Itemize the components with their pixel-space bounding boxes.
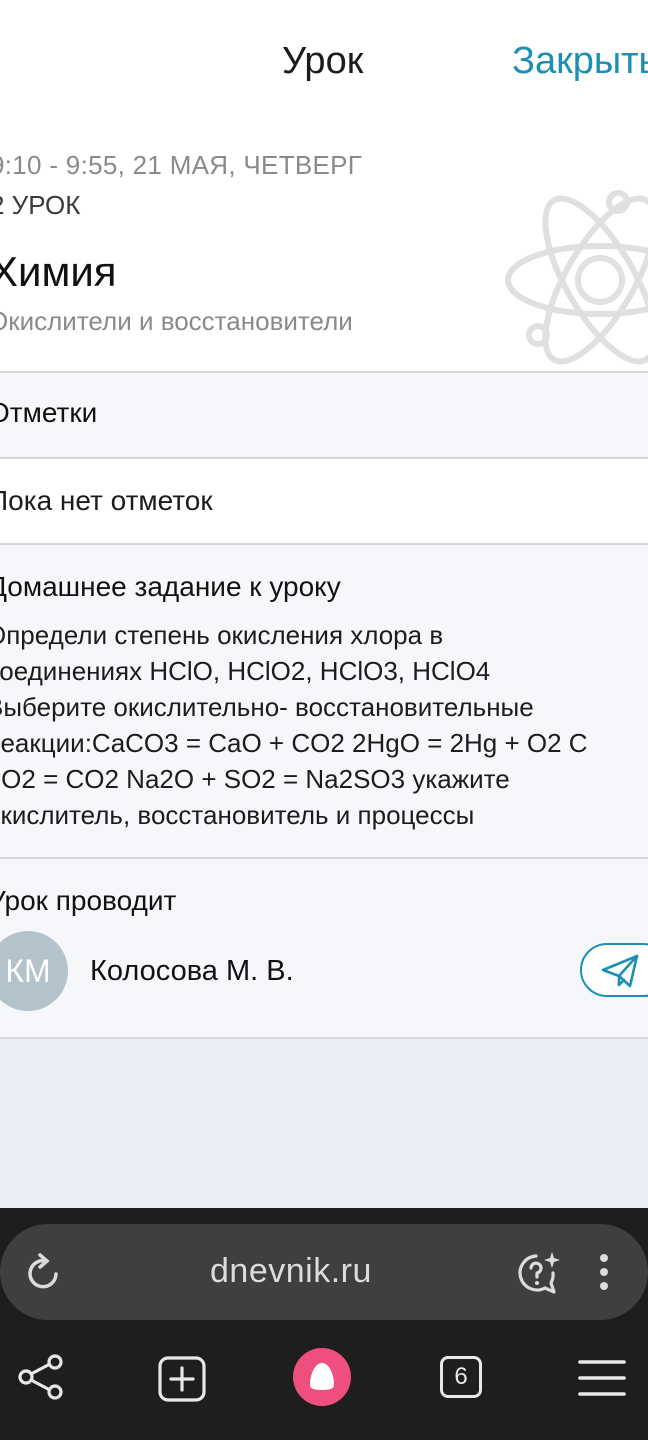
close-button[interactable]: Закрыть [512, 40, 648, 83]
address-bar[interactable]: dnevnik.ru [0, 1224, 648, 1320]
atom-icon [505, 190, 648, 365]
teacher-section: Урок проводит КМ Колосова М. В. [0, 857, 648, 1039]
teacher-heading: Урок проводит [0, 885, 177, 916]
new-tab-icon[interactable] [158, 1356, 206, 1402]
homework-line: Выберите окислительно- восстановительные [0, 692, 534, 722]
avatar: КМ [0, 931, 68, 1011]
marks-section: Пока нет отметок [0, 457, 648, 545]
browser-nav-row: 6 [0, 1336, 648, 1416]
send-message-button[interactable] [580, 943, 648, 997]
marks-header-section: Отметки [0, 371, 648, 459]
homework-section: Домашнее задание к уроку Определи степен… [0, 543, 648, 859]
homework-line: +O2 = CO2 Na2O + SO2 = Na2SO3 укажите [0, 764, 510, 794]
homework-heading: Домашнее задание к уроку [0, 571, 341, 602]
homework-line: окислитель, восстановитель и процессы [0, 800, 475, 830]
teacher-name[interactable]: Колосова М. В. [90, 955, 294, 988]
reload-icon[interactable] [22, 1250, 66, 1294]
lesson-topic: Окислители и восстановители [0, 306, 353, 336]
homework-line: соединениях HClO, HClO2, HClO3, HClO4 [0, 656, 491, 686]
homework-line: Определи степень окисления хлора в [0, 620, 444, 650]
send-icon [601, 954, 639, 988]
lesson-number: 2 УРОК [0, 190, 81, 220]
homework-text: Определи степень окисления хлора в соеди… [0, 617, 648, 833]
homework-line: реакции:CaCO3 = CaO + CO2 2HgO = 2Hg + O… [0, 728, 588, 758]
lesson-time: 9:10 - 9:55, 21 МАЯ, ЧЕТВЕРГ [0, 150, 363, 180]
no-marks-text: Пока нет отметок [0, 485, 213, 516]
top-bar: Урок Закрыть [0, 0, 648, 130]
tabs-icon[interactable]: 6 [440, 1356, 482, 1398]
url-text[interactable]: dnevnik.ru [210, 1252, 372, 1291]
lesson-subject: Химия [0, 248, 117, 295]
more-icon[interactable] [590, 1252, 618, 1292]
page-content: Урок Закрыть 9:10 - 9:55, 21 МАЯ, ЧЕТВЕР… [0, 0, 648, 1208]
share-icon[interactable] [18, 1354, 64, 1400]
menu-icon[interactable] [578, 1358, 626, 1398]
assistant-icon[interactable] [512, 1248, 562, 1298]
browser-toolbar: dnevnik.ru 6 [0, 1208, 648, 1440]
marks-heading: Отметки [0, 397, 98, 428]
lesson-header: 9:10 - 9:55, 21 МАЯ, ЧЕТВЕРГ 2 УРОК Хими… [0, 130, 648, 372]
alice-icon[interactable] [293, 1348, 351, 1406]
page-title: Урок [282, 40, 364, 82]
